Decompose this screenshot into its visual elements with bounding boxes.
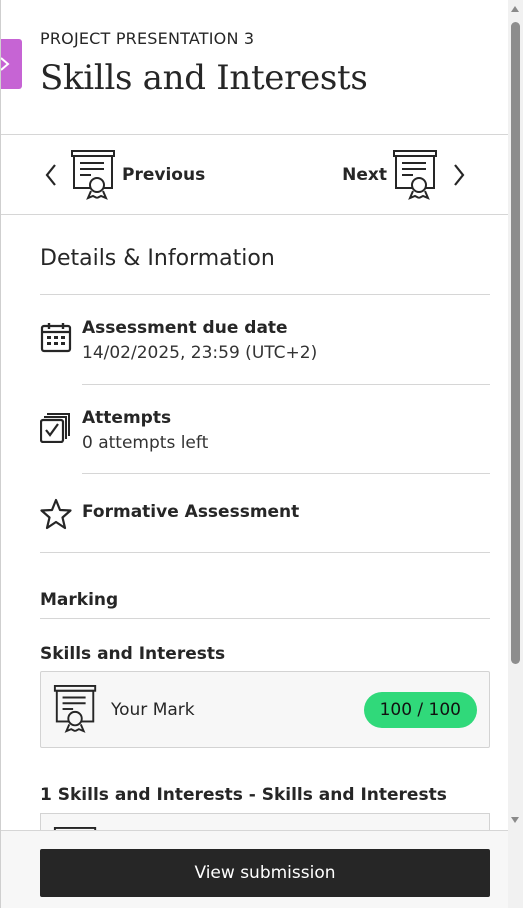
next-button[interactable]: Next bbox=[342, 149, 469, 201]
vertical-scrollbar[interactable] bbox=[508, 0, 523, 908]
assessment-panel: PROJECT PRESENTATION 3 Skills and Intere… bbox=[0, 0, 508, 908]
star-icon bbox=[40, 498, 72, 530]
score-badge: 100 / 100 bbox=[363, 692, 477, 728]
attempts-value: 0 attempts left bbox=[82, 433, 209, 453]
course-eyebrow: PROJECT PRESENTATION 3 bbox=[40, 29, 255, 48]
your-mark-label: Your Mark bbox=[111, 700, 195, 720]
formative-title: Formative Assessment bbox=[82, 502, 300, 522]
close-panel-button[interactable] bbox=[1, 39, 22, 89]
panel-header: PROJECT PRESENTATION 3 Skills and Intere… bbox=[1, 0, 508, 135]
due-date-value: 14/02/2025, 23:59 (UTC+2) bbox=[82, 343, 318, 363]
details-heading: Details & Information bbox=[40, 246, 275, 271]
previous-button[interactable]: Previous bbox=[41, 149, 205, 201]
calendar-icon bbox=[40, 323, 72, 353]
scroll-down-arrow-icon[interactable] bbox=[511, 817, 519, 823]
rubric-heading: 1 Skills and Interests - Skills and Inte… bbox=[40, 785, 447, 805]
scrollbar-thumb[interactable] bbox=[511, 22, 520, 664]
divider bbox=[82, 473, 490, 474]
panel-footer: View submission bbox=[1, 830, 508, 908]
assessment-navigation: Previous Next bbox=[1, 135, 508, 215]
your-mark-card[interactable]: Your Mark 100 / 100 bbox=[40, 671, 490, 748]
next-label: Next bbox=[342, 165, 387, 185]
due-date-row: Assessment due date 14/02/2025, 23:59 (U… bbox=[40, 318, 490, 368]
chevron-right-icon bbox=[449, 160, 469, 190]
chevron-left-icon bbox=[41, 160, 61, 190]
view-submission-button[interactable]: View submission bbox=[40, 849, 490, 897]
divider bbox=[40, 552, 490, 553]
divider bbox=[40, 618, 490, 619]
divider bbox=[82, 384, 490, 385]
page-title: Skills and Interests bbox=[40, 58, 368, 98]
assessment-document-icon bbox=[71, 150, 115, 200]
attempts-row: Attempts 0 attempts left bbox=[40, 408, 490, 458]
close-icon bbox=[1, 57, 10, 71]
assessment-document-icon bbox=[53, 685, 97, 733]
scroll-up-arrow-icon[interactable] bbox=[511, 6, 519, 12]
assessment-document-icon bbox=[393, 150, 437, 200]
divider bbox=[40, 294, 490, 295]
marking-item-heading: Skills and Interests bbox=[40, 644, 226, 664]
attempts-title: Attempts bbox=[82, 408, 172, 428]
marking-heading: Marking bbox=[40, 590, 119, 610]
previous-label: Previous bbox=[122, 165, 206, 185]
due-date-title: Assessment due date bbox=[82, 318, 288, 338]
formative-row: Formative Assessment bbox=[40, 498, 490, 530]
attempts-checkbox-icon bbox=[40, 413, 70, 443]
